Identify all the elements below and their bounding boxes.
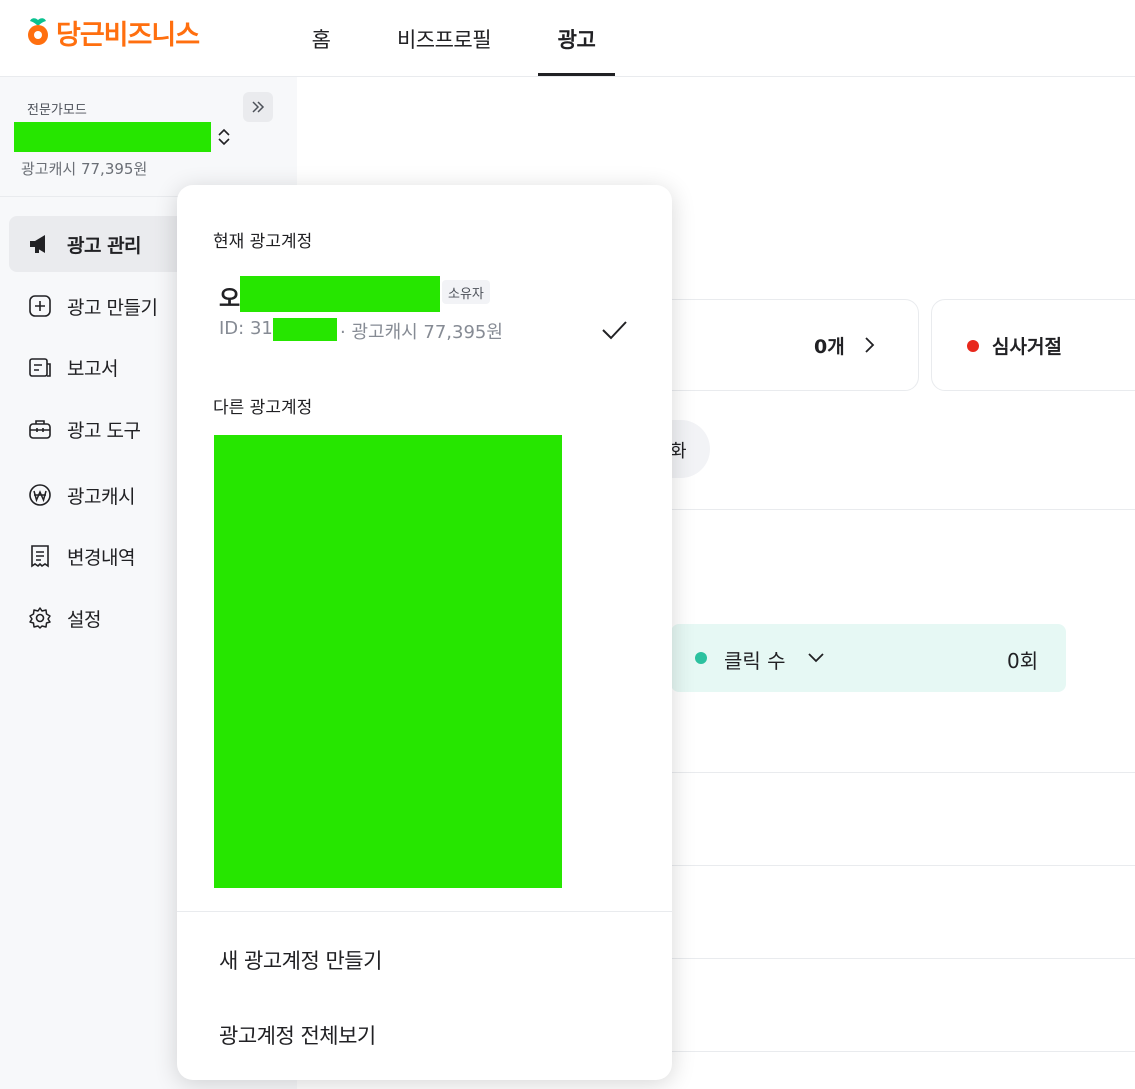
tab-ads[interactable]: 광고	[538, 0, 615, 77]
chevron-up-down-icon[interactable]	[214, 127, 234, 147]
check-icon	[602, 321, 627, 340]
other-accounts-heading: 다른 광고계정	[213, 398, 313, 418]
active-tab-indicator	[538, 73, 615, 76]
sidebar-item-label: 보고서	[67, 357, 118, 380]
ad-cash-balance: 광고캐시 77,395원	[21, 160, 148, 178]
click-metric-dot	[695, 652, 707, 664]
owner-badge: 소유자	[442, 280, 490, 304]
briefcase-icon	[27, 416, 53, 442]
current-account-heading: 현재 광고계정	[213, 232, 313, 252]
sidebar-item-label: 광고 도구	[67, 419, 141, 442]
chevron-down-icon[interactable]	[805, 648, 827, 668]
redacted-account-name	[14, 122, 211, 152]
divider	[672, 509, 1135, 510]
won-coin-icon	[27, 482, 53, 508]
sidebar-item-label: 변경내역	[67, 546, 135, 569]
report-icon	[27, 354, 53, 380]
tab-home[interactable]: 홈	[296, 0, 346, 77]
logo-text: 당근비즈니스	[56, 19, 200, 51]
divider	[672, 1051, 1135, 1052]
account-dropdown-menu: 현재 광고계정 오 소유자 ID: 31 · 광고캐시 77,395원 다른 광…	[177, 185, 672, 1080]
click-metric-value: 0회	[1007, 649, 1039, 673]
account-switcher[interactable]: 전문가모드 광고캐시 77,395원	[0, 77, 297, 197]
sidebar-item-label: 광고 관리	[67, 234, 142, 257]
chevron-right-icon[interactable]	[860, 334, 880, 356]
divider	[672, 958, 1135, 959]
megaphone-icon	[27, 231, 53, 257]
divider	[672, 865, 1135, 866]
redacted-account-name	[240, 276, 440, 312]
gear-icon	[27, 605, 53, 631]
rejected-status-dot	[967, 340, 979, 352]
tab-biz-profile[interactable]: 비즈프로필	[385, 0, 503, 77]
sidebar-item-label: 설정	[67, 608, 101, 631]
view-all-ad-accounts-button[interactable]: 광고계정 전체보기	[219, 1020, 376, 1050]
divider	[672, 772, 1135, 773]
divider	[177, 911, 672, 912]
sidebar-item-label: 광고 만들기	[67, 296, 158, 319]
filter-chip-label: 화	[670, 441, 687, 462]
double-chevron-right-icon	[252, 101, 265, 113]
plus-square-icon	[27, 293, 53, 319]
carrot-logo-icon	[28, 18, 48, 45]
expert-mode-label: 전문가모드	[27, 103, 87, 118]
current-account-id: ID: 31	[219, 318, 273, 339]
receipt-icon	[27, 543, 53, 569]
collapse-sidebar-button[interactable]	[243, 92, 273, 122]
top-navigation-bar: 당근비즈니스 홈 비즈프로필 광고	[0, 0, 1135, 77]
sidebar-item-label: 광고캐시	[67, 485, 135, 508]
click-metric-label: 클릭 수	[724, 649, 786, 673]
ad-status-count: 0개	[814, 336, 845, 358]
create-ad-account-button[interactable]: 새 광고계정 만들기	[219, 945, 382, 975]
redacted-other-accounts-list[interactable]	[214, 435, 562, 888]
current-account-name: 오	[219, 286, 241, 312]
current-account-cash: · 광고캐시 77,395원	[340, 322, 503, 343]
rejected-status-label: 심사거절	[992, 336, 1062, 358]
danggeun-business-logo[interactable]: 당근비즈니스	[26, 12, 200, 52]
redacted-account-id	[273, 318, 337, 341]
